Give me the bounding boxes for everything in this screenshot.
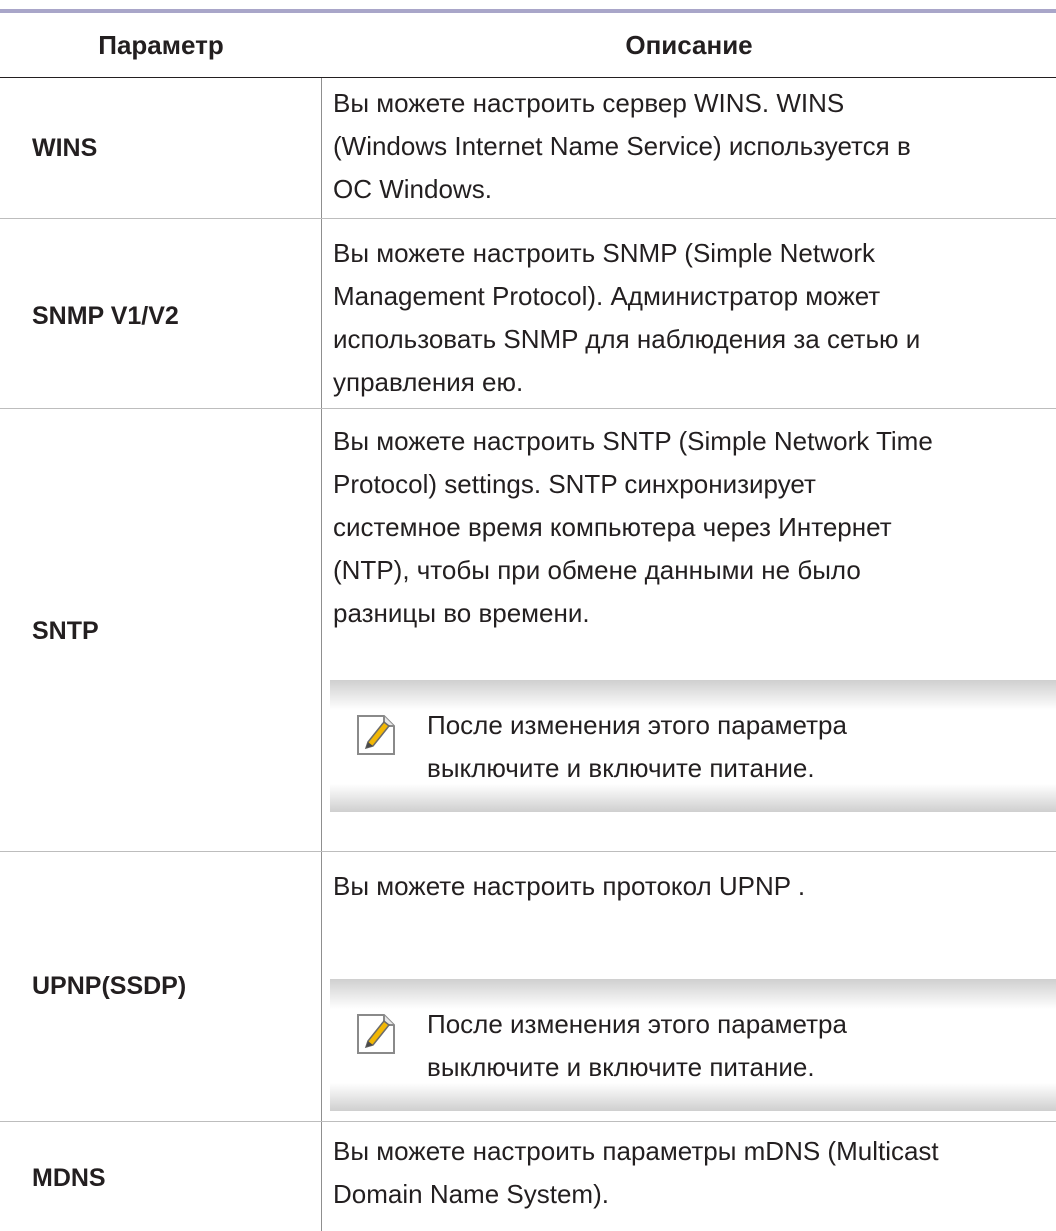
description-line: Domain Name System). xyxy=(333,1179,609,1209)
note-pencil-icon xyxy=(357,1014,395,1054)
description-line: Management Protocol). Администратор може… xyxy=(333,281,881,311)
note-box: После изменения этого параметра выключит… xyxy=(330,680,1056,812)
description-line: Вы можете настроить протокол UPNP . xyxy=(333,871,806,901)
note-line: выключите и включите питание. xyxy=(427,1052,815,1082)
parameter-name: SNTP xyxy=(32,617,99,645)
description-line: Protocol) settings. SNTP синхронизирует xyxy=(333,469,816,499)
column-header-description: Описание xyxy=(625,29,753,60)
column-divider xyxy=(321,78,322,1231)
parameter-description: Вы можете настроить SNMP (Simple Network… xyxy=(333,232,1051,404)
description-line: (Windows Internet Name Service) использу… xyxy=(333,131,911,161)
row-divider xyxy=(0,851,1056,852)
row-divider xyxy=(0,218,1056,219)
description-line: ОС Windows. xyxy=(333,174,492,204)
note-text: После изменения этого параметра выключит… xyxy=(427,704,847,790)
description-line: (NTP), чтобы при обмене данными не было xyxy=(333,555,861,585)
note-text: После изменения этого параметра выключит… xyxy=(427,1003,847,1089)
parameter-description: Вы можете настроить сервер WINS. WINS (W… xyxy=(333,82,1051,211)
parameter-name: UPNP(SSDP) xyxy=(32,972,187,1000)
parameter-description: Вы можете настроить протокол UPNP . xyxy=(333,865,1051,908)
description-line: разницы во времени. xyxy=(333,598,590,628)
description-line: управления ею. xyxy=(333,367,524,397)
parameter-name: SNMP V1/V2 xyxy=(32,302,179,330)
note-line: выключите и включите питание. xyxy=(427,753,815,783)
parameter-description: Вы можете настроить параметры mDNS (Mult… xyxy=(333,1130,1051,1216)
parameter-description: Вы можете настроить SNTP (Simple Network… xyxy=(333,420,1051,635)
row-divider xyxy=(0,408,1056,409)
note-pencil-icon xyxy=(357,715,395,755)
description-line: использовать SNMP для наблюдения за сеть… xyxy=(333,324,921,354)
note-box: После изменения этого параметра выключит… xyxy=(330,979,1056,1111)
description-line: Вы можете настроить параметры mDNS (Mult… xyxy=(333,1136,939,1166)
description-line: Вы можете настроить SNMP (Simple Network xyxy=(333,238,876,268)
column-header-parameter: Параметр xyxy=(98,29,224,60)
description-line: системное время компьютера через Интерне… xyxy=(333,512,892,542)
description-line: Вы можете настроить SNTP (Simple Network… xyxy=(333,426,933,456)
row-divider xyxy=(0,1121,1056,1122)
description-line: Вы можете настроить сервер WINS. WINS xyxy=(333,88,845,118)
note-line: После изменения этого параметра xyxy=(427,1009,847,1039)
parameter-name: WINS xyxy=(32,134,98,162)
parameter-name: MDNS xyxy=(32,1164,106,1192)
header-divider xyxy=(0,77,1056,78)
note-line: После изменения этого параметра xyxy=(427,710,847,740)
